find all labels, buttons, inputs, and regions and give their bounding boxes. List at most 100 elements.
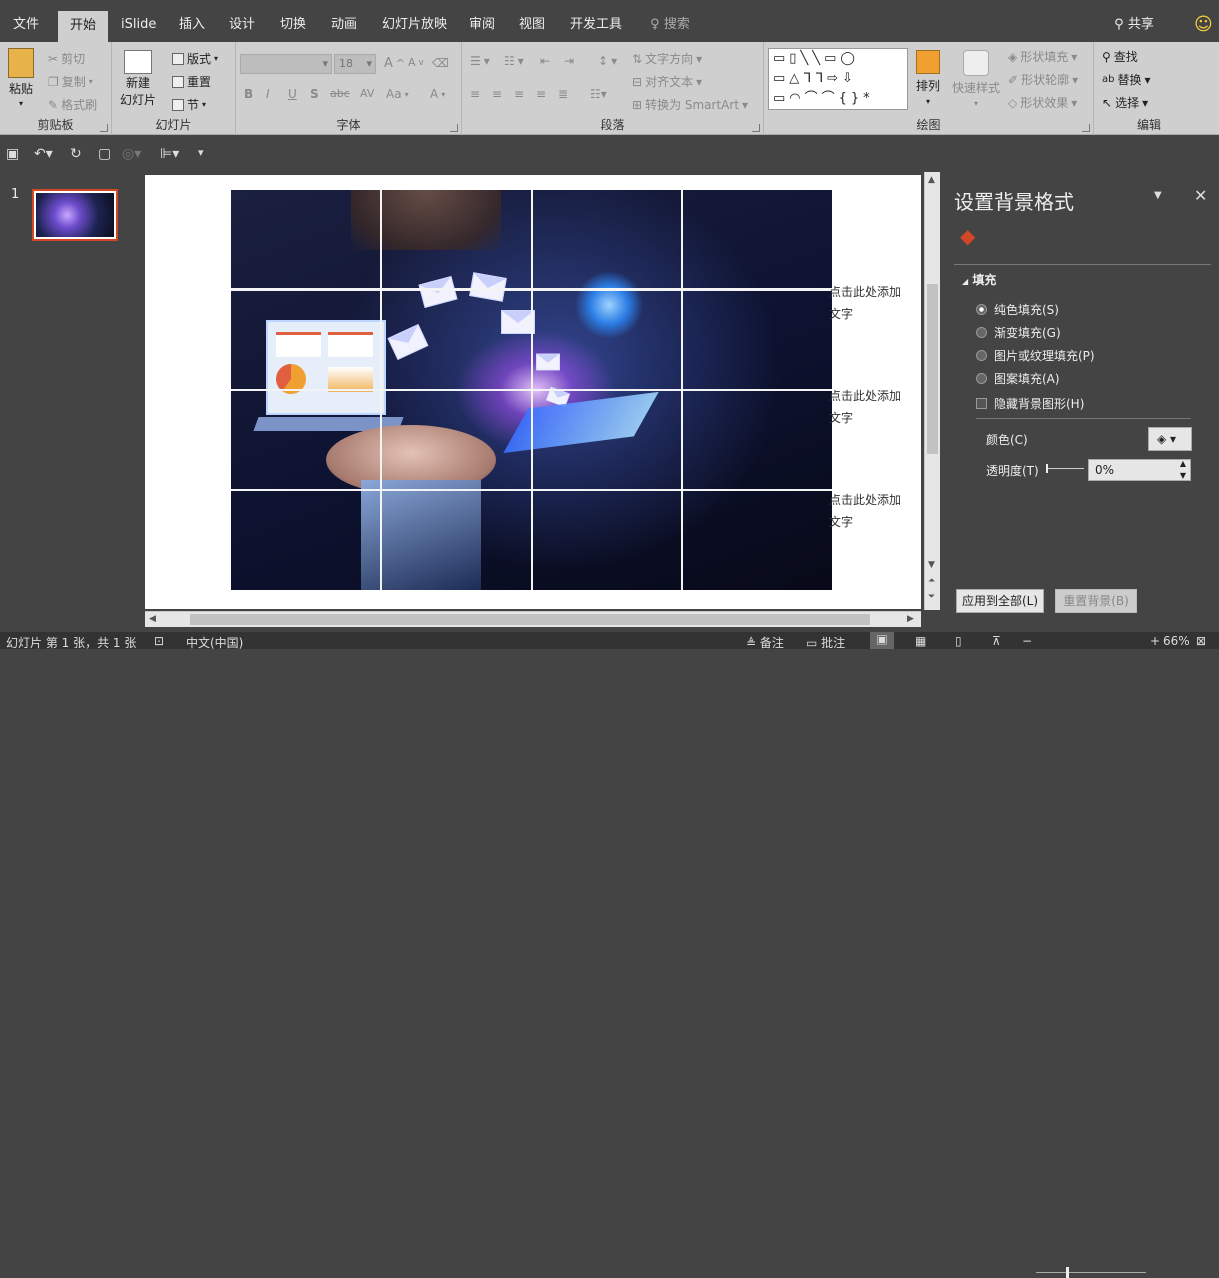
align-right-button[interactable]: ≡ [514, 87, 524, 101]
zoom-out-icon[interactable]: − [1022, 634, 1032, 648]
reset-button[interactable]: 重置 [172, 73, 211, 90]
comments-button[interactable]: ▭ 批注 [806, 634, 845, 651]
pane-options-icon[interactable]: ▼ [1154, 190, 1162, 201]
shadow-button[interactable]: S [310, 87, 319, 101]
bullets-button[interactable]: ☰ ▾ [470, 54, 490, 68]
font-color-button[interactable]: A ▾ [430, 87, 445, 101]
tell-me-search[interactable]: ♀ 搜索 [640, 8, 700, 42]
drawing-launcher[interactable] [1082, 124, 1090, 132]
solid-fill-radio[interactable]: 纯色填充(S) [976, 301, 1059, 318]
redo-icon[interactable]: ↻ [70, 146, 82, 162]
shape-fill-button[interactable]: ◈ 形状填充 ▾ [1008, 48, 1077, 65]
arrange-button[interactable]: 排列 ▾ [916, 50, 940, 106]
tab-slideshow[interactable]: 幻灯片放映 [374, 8, 454, 42]
hide-background-checkbox[interactable]: 隐藏背景图形(H) [976, 395, 1084, 412]
paragraph-launcher[interactable] [752, 124, 760, 132]
char-spacing-button[interactable]: AV [360, 87, 374, 100]
cut-button[interactable]: ✂ 剪切 [48, 50, 85, 67]
section-button[interactable]: 节 ▾ [172, 96, 206, 113]
spin-icon[interactable]: ▲ ▼ [1180, 458, 1186, 482]
find-button[interactable]: ⚲ 查找 [1102, 48, 1138, 65]
scroll-up-icon[interactable]: ▲ [928, 175, 935, 185]
scroll-left-icon[interactable]: ◀ [149, 614, 156, 624]
share-button[interactable]: ⚲ 共享 [1104, 8, 1164, 42]
presentation-icon[interactable]: ▢ [98, 146, 111, 162]
customize-qat-icon[interactable]: ▾ [198, 146, 204, 159]
scroll-right-icon[interactable]: ▶ [907, 614, 914, 624]
tab-animations[interactable]: 动画 [322, 8, 366, 42]
smiley-icon[interactable]: ☺ [1186, 8, 1216, 42]
scroll-thumb[interactable] [927, 284, 938, 454]
columns-button[interactable]: ☷▾ [590, 87, 607, 101]
transparency-input[interactable]: 0% ▲ ▼ [1088, 459, 1191, 481]
align-center-button[interactable]: ≡ [492, 87, 502, 101]
change-case-button[interactable]: Aa ▾ [386, 87, 409, 101]
reset-background-button[interactable]: 重置背景(B) [1055, 589, 1137, 613]
vertical-scrollbar[interactable]: ▲ ▼ ⏶ ⏷ [924, 172, 940, 610]
font-size-combo[interactable]: 18 ▾ [334, 54, 376, 74]
prev-slide-icon[interactable]: ⏶ [928, 576, 935, 586]
fill-line-icon[interactable]: ◆ [960, 224, 984, 248]
tab-home[interactable]: 开始 [58, 11, 108, 42]
layout-button[interactable]: 版式 ▾ [172, 50, 218, 67]
increase-indent-button[interactable]: ⇥ [564, 54, 574, 68]
normal-view-icon[interactable]: ▣ [870, 632, 894, 649]
tab-insert[interactable]: 插入 [170, 8, 214, 42]
decrease-font-button[interactable]: Av [408, 56, 424, 69]
tab-file[interactable]: 文件 [4, 8, 48, 42]
zoom-in-icon[interactable]: + [1150, 634, 1160, 648]
increase-font-button[interactable]: A ^ [384, 56, 405, 71]
scroll-thumb[interactable] [190, 614, 870, 625]
clear-format-button[interactable]: ⌫ [432, 56, 449, 70]
zoom-slider[interactable] [1036, 1272, 1146, 1273]
text-placeholder[interactable]: 点击此处添加 文字 [829, 489, 905, 533]
notes-button[interactable]: ≜ 备注 [746, 634, 784, 651]
text-placeholder[interactable]: 点击此处添加 文字 [829, 385, 905, 429]
tab-review[interactable]: 审阅 [460, 8, 504, 42]
select-button[interactable]: ↖ 选择 ▾ [1102, 94, 1148, 111]
zoom-level[interactable]: 66% [1163, 634, 1190, 648]
new-slide-button[interactable]: 新建 幻灯片 [120, 50, 156, 108]
tab-islide[interactable]: iSlide [113, 8, 163, 42]
shape-effects-button[interactable]: ◇ 形状效果 ▾ [1008, 94, 1077, 111]
fit-window-icon[interactable]: ⊠ [1196, 634, 1206, 648]
tab-transitions[interactable]: 切换 [271, 8, 315, 42]
reading-view-icon[interactable]: ▯ [955, 634, 962, 648]
language-status[interactable]: 中文(中国) [186, 634, 243, 651]
quick-styles-button[interactable]: 快速样式 ▾ [952, 50, 1000, 108]
picture-fill-radio[interactable]: 图片或纹理填充(P) [976, 347, 1095, 364]
gradient-fill-radio[interactable]: 渐变填充(G) [976, 324, 1061, 341]
spellcheck-icon[interactable]: ⊡ [154, 634, 164, 648]
align-text-button[interactable]: ⊟ 对齐文本 ▾ [632, 73, 702, 90]
replace-button[interactable]: ab 替换 ▾ [1102, 71, 1151, 88]
next-slide-icon[interactable]: ⏷ [928, 592, 935, 602]
background-picture[interactable] [231, 190, 832, 590]
distributed-button[interactable]: ≣ [558, 87, 568, 101]
slide-thumbnail[interactable] [32, 189, 118, 241]
apply-to-all-button[interactable]: 应用到全部(L) [956, 589, 1044, 613]
align-icon[interactable]: ⊫▾ [160, 146, 179, 162]
shapes-gallery[interactable]: ▭▯╲╲▭◯ ▭△ᒣᒣ⇨⇩ ▭◠⌒⌒{}* [768, 48, 908, 110]
slide-sorter-icon[interactable]: ▦ [915, 634, 926, 648]
scroll-down-icon[interactable]: ▼ [928, 560, 935, 570]
line-spacing-button[interactable]: ↕ ▾ [598, 54, 617, 68]
horizontal-scrollbar[interactable]: ◀ ▶ [145, 611, 921, 627]
clipboard-launcher[interactable] [100, 124, 108, 132]
underline-button[interactable]: U [288, 87, 297, 101]
justify-button[interactable]: ≡ [536, 87, 546, 101]
align-left-button[interactable]: ≡ [470, 87, 480, 101]
italic-button[interactable]: I [266, 87, 270, 101]
close-icon[interactable]: ✕ [1194, 186, 1207, 205]
paste-button[interactable]: 粘贴 ▾ [8, 48, 34, 108]
text-direction-button[interactable]: ⇅ 文字方向 ▾ [632, 50, 702, 67]
font-name-combo[interactable]: ▾ [240, 54, 332, 74]
slideshow-icon[interactable]: ⊼ [992, 634, 1001, 648]
strikethrough-button[interactable]: abc [330, 87, 350, 100]
tab-view[interactable]: 视图 [510, 8, 554, 42]
undo-icon[interactable]: ↶▾ [34, 146, 53, 162]
transparency-slider[interactable] [1046, 464, 1084, 473]
copy-button[interactable]: ❐ 复制 ▾ [48, 73, 93, 90]
text-placeholder[interactable]: 点击此处添加 文字 [829, 281, 905, 325]
tab-developer[interactable]: 开发工具 [562, 8, 630, 42]
pattern-fill-radio[interactable]: 图案填充(A) [976, 370, 1060, 387]
